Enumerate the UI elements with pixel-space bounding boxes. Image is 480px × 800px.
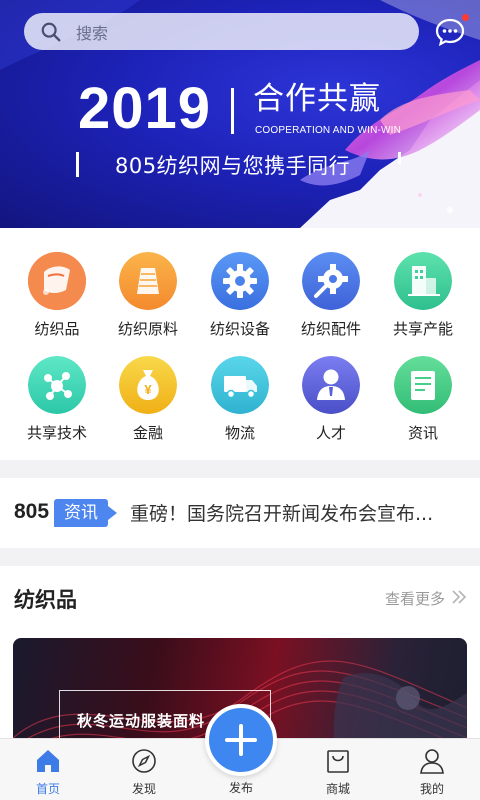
news-brand-number: 805	[14, 500, 50, 523]
category-label: 纺织品	[34, 320, 80, 338]
tab-label: 发现	[131, 782, 156, 796]
category-talent[interactable]: 人才	[287, 356, 375, 443]
accessory-gear-icon	[302, 252, 360, 310]
tab-profile[interactable]: 我的	[397, 747, 467, 797]
raw-material-icon	[119, 252, 177, 310]
tab-label-publish[interactable]: 发布	[205, 779, 277, 796]
tab-home[interactable]: 首页	[13, 747, 83, 797]
tab-label: 商城	[325, 782, 350, 796]
factory-icon	[394, 252, 452, 310]
shopping-bag-icon	[327, 750, 349, 773]
notification-dot	[462, 14, 469, 21]
hero-banner[interactable]: 搜索 2019 合作共赢 COOPERATION AND WIN-WIN 805…	[0, 0, 480, 228]
banner-subtitle: 805纺织网与您携手同行	[115, 154, 351, 178]
svg-text:¥: ¥	[144, 382, 152, 397]
news-tag-badge: 资讯	[54, 499, 108, 527]
double-chevron-right-icon[interactable]	[450, 588, 468, 606]
category-label: 共享产能	[392, 320, 453, 338]
category-label: 纺织配件	[300, 320, 361, 338]
banner-left-bar	[76, 152, 79, 177]
category-raw-material[interactable]: 纺织原料	[104, 252, 192, 339]
publish-button[interactable]	[205, 704, 277, 776]
banner-title: 合作共赢	[253, 81, 381, 117]
chat-message-icon[interactable]	[434, 16, 466, 48]
search-icon	[41, 22, 61, 41]
category-logistics[interactable]: 物流	[196, 356, 284, 443]
home-icon	[37, 750, 59, 772]
category-label: 金融	[132, 424, 163, 442]
category-news[interactable]: 资讯	[379, 356, 467, 443]
tab-label: 我的	[419, 782, 444, 796]
banner-year: 2019	[78, 76, 212, 141]
tab-discover[interactable]: 发现	[109, 747, 179, 797]
category-shared-capacity[interactable]: 共享产能	[379, 252, 467, 339]
compass-icon	[132, 749, 156, 773]
news-tag-pointer	[108, 506, 117, 520]
gear-icon	[211, 252, 269, 310]
promo-caption: 秋冬运动服装面料	[77, 712, 206, 730]
search-placeholder: 搜索	[76, 23, 109, 43]
section-title: 纺织品	[14, 588, 77, 612]
category-textile[interactable]: 纺织品	[13, 252, 101, 339]
tech-network-icon	[28, 356, 86, 414]
tab-label: 首页	[35, 782, 60, 796]
textile-icon	[28, 252, 86, 310]
category-grid: 纺织品 纺织原料 纺织设备 纺织配件 共享产能 共享技术 ¥ 金融 物流 人才 …	[0, 228, 480, 460]
news-ticker[interactable]: 805 资讯 重磅！国务院召开新闻发布会宣布...	[0, 478, 480, 548]
user-icon	[420, 749, 444, 774]
category-finance[interactable]: ¥ 金融	[104, 356, 192, 443]
category-label: 纺织设备	[209, 320, 270, 338]
category-label: 人才	[315, 424, 346, 442]
category-label: 资讯	[407, 424, 438, 442]
plus-icon	[225, 724, 257, 756]
category-shared-tech[interactable]: 共享技术	[13, 356, 101, 443]
person-icon	[302, 356, 360, 414]
category-label: 物流	[224, 424, 255, 442]
tab-mall[interactable]: 商城	[303, 747, 373, 797]
banner-right-bar	[398, 152, 401, 164]
view-more-link[interactable]: 查看更多	[385, 588, 445, 609]
banner-divider	[231, 88, 234, 134]
banner-title-english: COOPERATION AND WIN-WIN	[255, 125, 402, 136]
news-headline[interactable]: 重磅！国务院召开新闻发布会宣布...	[130, 499, 465, 526]
search-bar[interactable]: 搜索	[24, 13, 419, 50]
app-screen: 搜索 2019 合作共赢 COOPERATION AND WIN-WIN 805…	[0, 0, 480, 800]
document-icon	[394, 356, 452, 414]
category-label: 共享技术	[26, 424, 87, 442]
category-accessories[interactable]: 纺织配件	[287, 252, 375, 339]
category-label: 纺织原料	[117, 320, 178, 338]
money-bag-icon: ¥	[119, 356, 177, 414]
truck-icon	[211, 356, 269, 414]
category-equipment[interactable]: 纺织设备	[196, 252, 284, 339]
